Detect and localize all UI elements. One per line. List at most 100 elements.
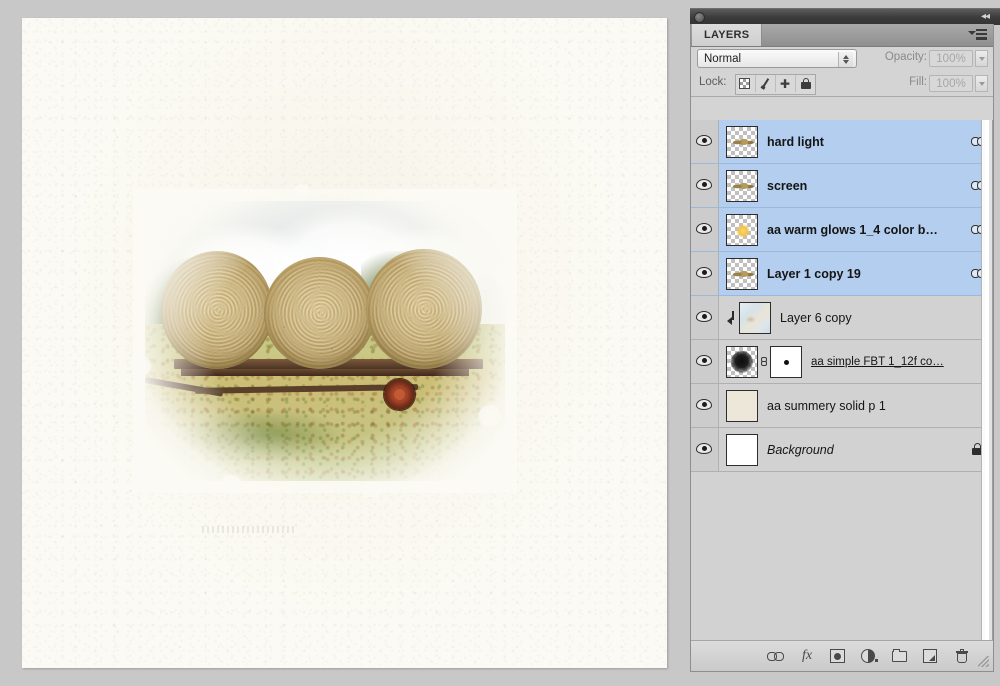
new-adjustment-layer-icon[interactable] xyxy=(860,647,878,665)
artwork-hay-bale xyxy=(366,249,481,369)
tab-layers[interactable]: LAYERS xyxy=(692,24,762,46)
layer-list[interactable]: hard light screen aa warm glows 1_4 color … xyxy=(691,120,993,641)
layer-name[interactable]: Layer 6 copy xyxy=(780,311,967,325)
panel-menu-icon[interactable] xyxy=(969,28,987,42)
artwork-speck xyxy=(459,418,461,420)
layers-panel[interactable]: ◂◂ LAYERS Normal Opacity: 100% Lock: ✚ F… xyxy=(690,0,1000,686)
chevron-down-icon xyxy=(979,82,985,86)
lock-all-button[interactable] xyxy=(796,75,815,92)
thumb-content-solid xyxy=(727,391,757,421)
layer-visibility-toggle[interactable] xyxy=(691,208,719,251)
layer-row[interactable]: Background xyxy=(691,428,993,472)
opacity-dropdown-icon[interactable] xyxy=(975,50,988,67)
eye-icon xyxy=(696,355,712,366)
thumb-content-hay xyxy=(732,268,754,281)
layer-thumbnail[interactable] xyxy=(726,390,758,422)
artwork-hay-bale xyxy=(161,251,273,369)
collapse-panel-icon[interactable]: ◂◂ xyxy=(977,11,993,23)
thumb-content-paint xyxy=(740,303,770,333)
thumb-content-hay xyxy=(732,136,754,149)
layer-style-fx-icon[interactable]: fx xyxy=(798,647,816,665)
lock-transparent-pixels-button[interactable] xyxy=(736,75,756,92)
layer-name[interactable]: hard light xyxy=(767,135,967,149)
layer-thumbnail-area[interactable] xyxy=(726,390,758,422)
layer-thumbnail[interactable] xyxy=(726,126,758,158)
blend-mode-select[interactable]: Normal xyxy=(697,49,857,68)
thumb-content-glow xyxy=(736,224,750,238)
layer-thumbnail[interactable] xyxy=(726,258,758,290)
layer-thumbnail[interactable] xyxy=(726,170,758,202)
layer-visibility-toggle[interactable] xyxy=(691,164,719,207)
layer-visibility-toggle[interactable] xyxy=(691,296,719,339)
add-layer-mask-icon[interactable] xyxy=(829,647,847,665)
layer-visibility-toggle[interactable] xyxy=(691,120,719,163)
brush-icon xyxy=(760,78,771,90)
layer-thumbnail-area[interactable] xyxy=(726,302,771,334)
mask-link-icon[interactable] xyxy=(758,346,770,378)
layer-name[interactable]: screen xyxy=(767,179,967,193)
artwork-speck xyxy=(357,387,359,389)
layer-thumbnail-area[interactable] xyxy=(726,170,758,202)
layer-name[interactable]: Layer 1 copy 19 xyxy=(767,267,967,281)
layer-visibility-toggle[interactable] xyxy=(691,384,719,427)
layer-visibility-toggle[interactable] xyxy=(691,252,719,295)
new-layer-icon[interactable] xyxy=(922,647,940,665)
opacity-input[interactable]: 100% xyxy=(929,50,973,67)
layer-row[interactable]: aa simple FBT 1_12f co… xyxy=(691,340,993,384)
artwork-speck xyxy=(161,467,163,469)
padlock-icon xyxy=(801,78,811,89)
artwork-speck xyxy=(488,464,490,466)
layer-thumbnail-area[interactable] xyxy=(726,434,758,466)
layer-thumbnail-area[interactable] xyxy=(726,126,758,158)
layer-row[interactable]: hard light xyxy=(691,120,993,164)
layer-name[interactable]: aa simple FBT 1_12f co… xyxy=(811,356,967,368)
layer-mask-thumbnail[interactable] xyxy=(770,346,802,378)
eye-icon xyxy=(696,311,712,322)
artwork-speck xyxy=(425,453,427,455)
layer-visibility-toggle[interactable] xyxy=(691,340,719,383)
layer-thumbnail[interactable] xyxy=(726,214,758,246)
artwork-grass-shadow xyxy=(181,408,347,464)
layer-row[interactable]: screen xyxy=(691,164,993,208)
layer-name[interactable]: aa summery solid p 1 xyxy=(767,399,967,413)
canvas-sheet[interactable] xyxy=(22,18,667,668)
panel-titlebar[interactable]: ◂◂ xyxy=(690,8,1000,25)
fill-dropdown-icon[interactable] xyxy=(975,75,988,92)
layer-list-empty-area[interactable] xyxy=(691,472,993,641)
blend-mode-stepper-icon[interactable] xyxy=(838,52,853,67)
lock-label: Lock: xyxy=(699,76,727,88)
layer-name[interactable]: Background xyxy=(767,443,967,457)
stepper-up-icon xyxy=(843,55,849,59)
lock-image-pixels-button[interactable] xyxy=(756,75,776,92)
layer-row[interactable]: Layer 6 copy xyxy=(691,296,993,340)
artwork-faint-smudge xyxy=(202,526,297,533)
layer-thumbnail[interactable] xyxy=(739,302,771,334)
eye-icon xyxy=(696,399,712,410)
layer-thumbnail[interactable] xyxy=(726,346,758,378)
artwork-wagon-rail xyxy=(181,369,469,376)
layer-row[interactable]: Layer 1 copy 19 xyxy=(691,252,993,296)
artwork-speck xyxy=(415,380,417,382)
panel-close-dot-icon[interactable] xyxy=(694,12,705,23)
layer-thumbnail[interactable] xyxy=(726,434,758,466)
layer-thumbnail-area[interactable] xyxy=(726,214,758,246)
layer-row[interactable]: aa warm glows 1_4 color b… xyxy=(691,208,993,252)
layer-visibility-toggle[interactable] xyxy=(691,428,719,471)
panel-tabstrip: LAYERS xyxy=(691,24,993,47)
layer-thumbnail-area[interactable] xyxy=(726,258,758,290)
artwork-hay-bales[interactable] xyxy=(145,201,505,481)
document-canvas-area[interactable] xyxy=(0,0,690,686)
fill-input[interactable]: 100% xyxy=(929,75,973,92)
panel-body: LAYERS Normal Opacity: 100% Lock: ✚ Fill… xyxy=(690,24,994,672)
layer-list-scrollbar[interactable] xyxy=(981,120,993,641)
layer-name[interactable]: aa warm glows 1_4 color b… xyxy=(767,223,967,237)
artwork-speck xyxy=(178,367,180,369)
layer-row[interactable]: aa summery solid p 1 xyxy=(691,384,993,428)
resize-grip-icon[interactable] xyxy=(978,656,989,667)
link-layers-icon[interactable] xyxy=(767,647,785,665)
new-group-icon[interactable] xyxy=(891,647,909,665)
layer-thumbnail-area[interactable] xyxy=(726,346,802,378)
chevron-down-icon xyxy=(979,57,985,61)
delete-layer-icon[interactable] xyxy=(953,647,971,665)
lock-position-button[interactable]: ✚ xyxy=(776,75,796,92)
